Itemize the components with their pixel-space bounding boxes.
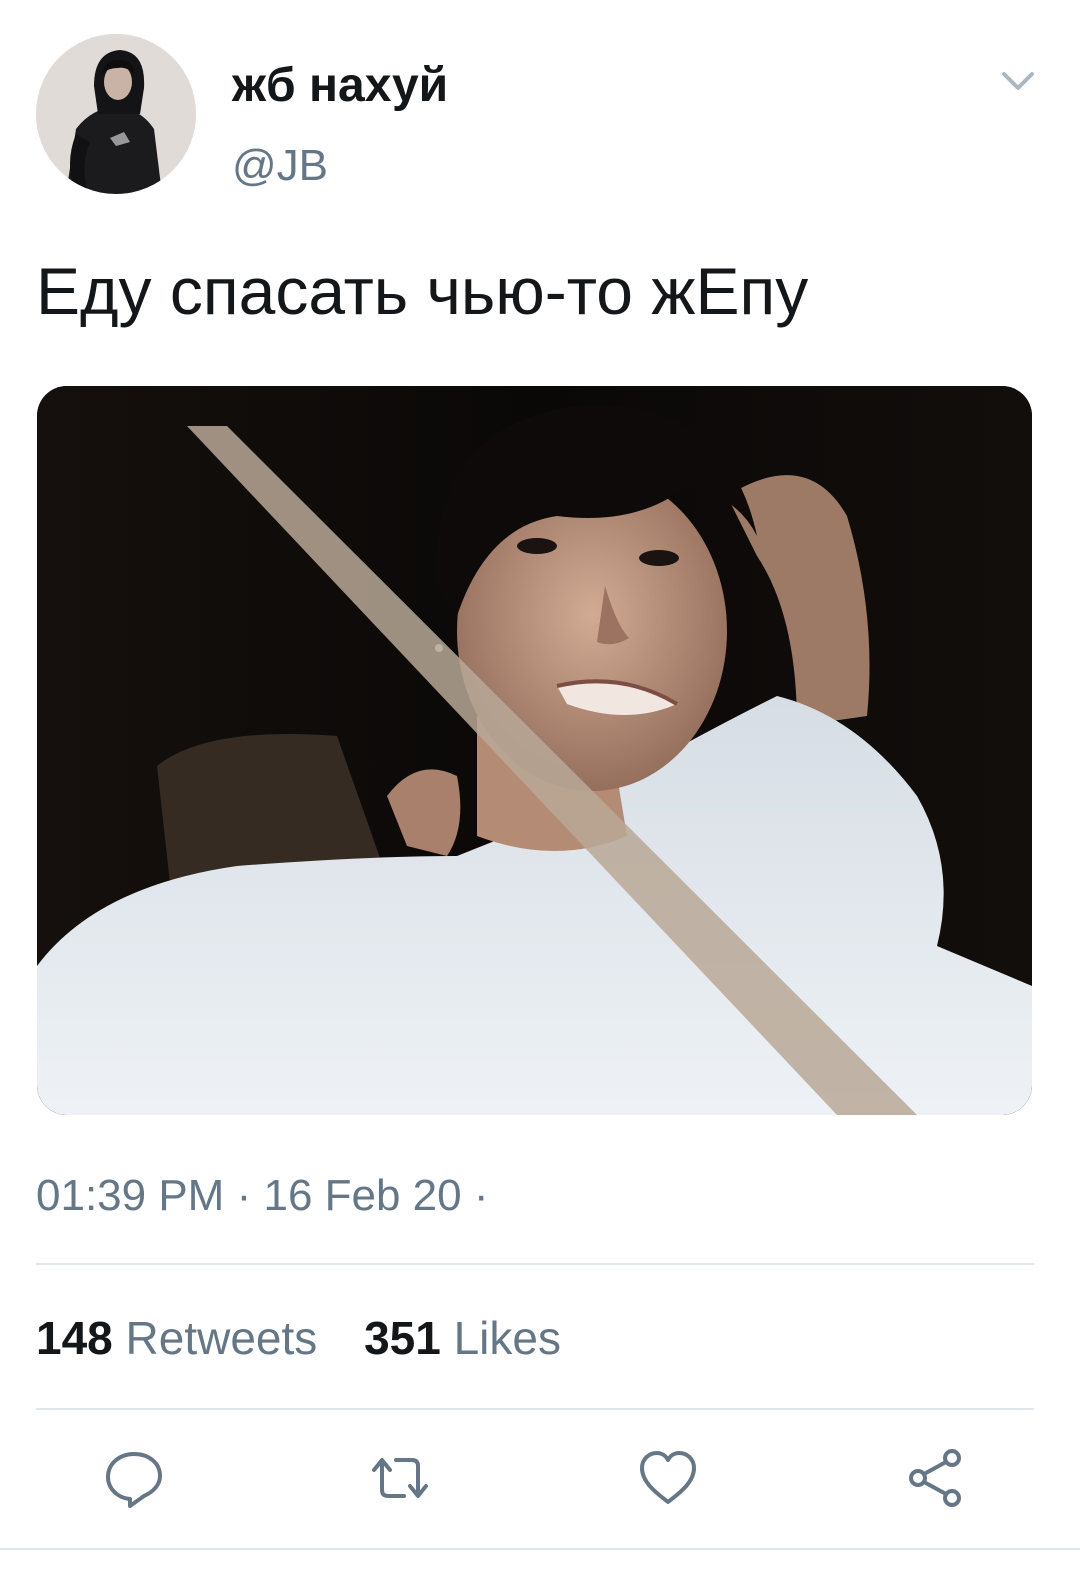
likes-count: 351 [364, 1312, 441, 1364]
avatar-photo [36, 34, 196, 194]
tweet-card: жб нахуй @JB Еду спасать чью-то жЕпу 01:… [0, 0, 1080, 1584]
divider [0, 1548, 1080, 1550]
reply-icon[interactable] [102, 1446, 166, 1510]
chevron-down-icon[interactable] [996, 58, 1040, 102]
photo-selfie-in-car [37, 386, 1032, 1115]
retweets-stat[interactable]: 148 Retweets [36, 1308, 317, 1368]
divider [36, 1408, 1034, 1410]
retweets-count: 148 [36, 1312, 113, 1364]
tweet-text: Еду спасать чью-то жЕпу [36, 254, 809, 328]
meta-separator-trailing: · [473, 1171, 489, 1220]
share-icon[interactable] [904, 1446, 968, 1510]
divider [36, 1263, 1034, 1265]
tweet-date: 16 Feb 20 [263, 1171, 462, 1220]
meta-separator: · [236, 1171, 252, 1220]
likes-label: Likes [453, 1312, 561, 1364]
tweet-media-photo[interactable] [37, 386, 1032, 1115]
retweets-label: Retweets [125, 1312, 318, 1364]
retweet-icon[interactable] [368, 1446, 432, 1510]
tweet-timestamp[interactable]: 01:39 PM · 16 Feb 20 · [36, 1168, 489, 1224]
avatar[interactable] [36, 34, 196, 194]
tweet-stats: 148 Retweets 351 Likes [36, 1308, 595, 1368]
tweet-time: 01:39 PM [36, 1171, 225, 1220]
user-handle[interactable]: @JB [232, 138, 328, 194]
display-name[interactable]: жб нахуй [232, 56, 448, 116]
heart-icon[interactable] [636, 1446, 700, 1510]
likes-stat[interactable]: 351 Likes [364, 1308, 561, 1368]
